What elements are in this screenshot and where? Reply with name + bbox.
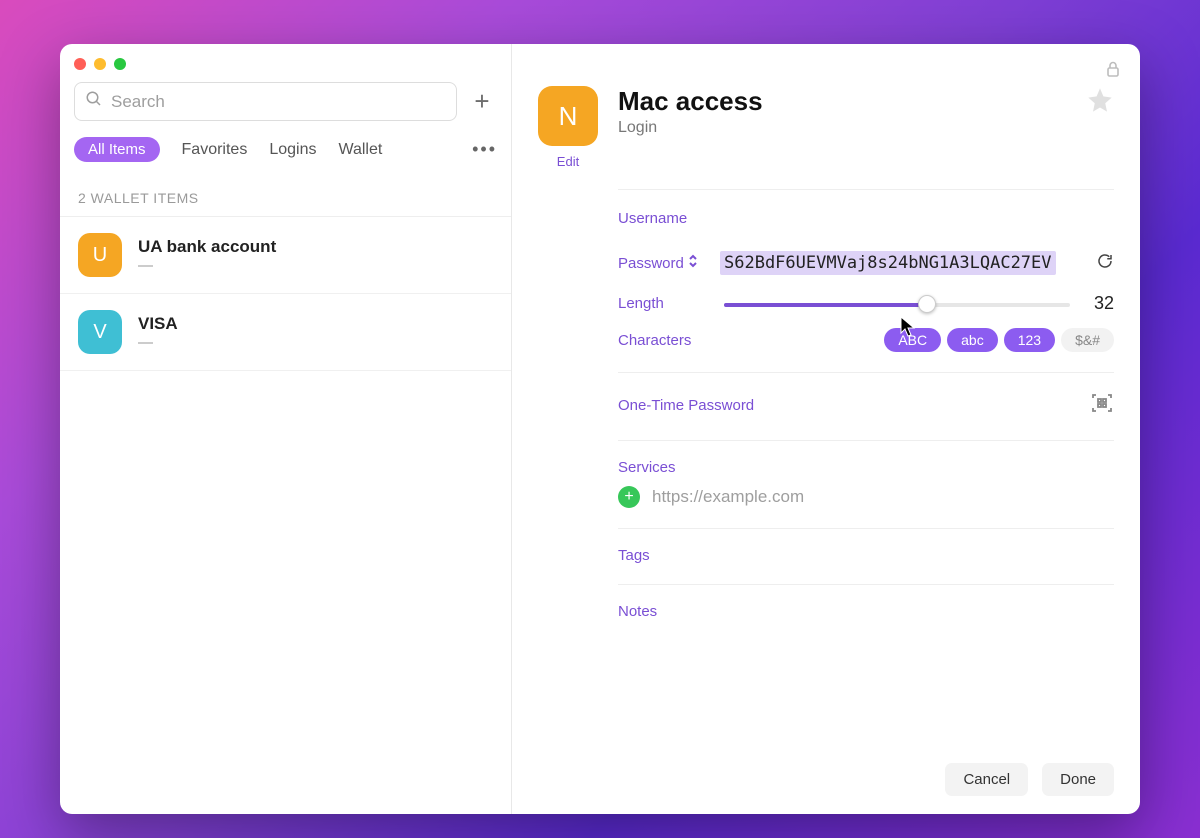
service-url-input[interactable]: https://example.com [652, 487, 804, 507]
characters-label: Characters [618, 332, 708, 349]
item-category: Login [618, 119, 763, 137]
search-input[interactable]: Search [74, 82, 457, 121]
item-icon[interactable]: N [538, 86, 598, 146]
tab-favorites[interactable]: Favorites [182, 141, 248, 159]
length-label: Length [618, 295, 708, 312]
add-service-button[interactable]: + [618, 486, 640, 508]
regenerate-button[interactable] [1096, 252, 1114, 275]
chip-digits[interactable]: 123 [1004, 328, 1055, 352]
detail-pane: N Edit Mac access Login Username Passwor… [512, 44, 1140, 814]
header-title: Mac access Login [618, 86, 763, 137]
edit-icon-button[interactable]: Edit [557, 154, 579, 169]
item-subtitle: — [138, 334, 178, 351]
done-button[interactable]: Done [1042, 763, 1114, 796]
lock-icon[interactable] [1106, 60, 1120, 83]
sidebar: Search + All Items Favorites Logins Wall… [60, 44, 512, 814]
cancel-button[interactable]: Cancel [945, 763, 1028, 796]
favorite-button[interactable] [1086, 86, 1114, 119]
item-badge: U [78, 233, 122, 277]
item-badge: V [78, 310, 122, 354]
notes-label[interactable]: Notes [618, 603, 1114, 620]
list-item[interactable]: U UA bank account — [60, 217, 511, 294]
header-badge-col: N Edit [538, 86, 598, 169]
category-tabs: All Items Favorites Logins Wallet ••• [60, 131, 511, 176]
tab-all-items[interactable]: All Items [74, 137, 160, 162]
length-slider[interactable] [724, 294, 1070, 314]
tab-logins[interactable]: Logins [269, 141, 316, 159]
tags-section: Tags [618, 528, 1114, 564]
item-text: VISA — [138, 314, 178, 351]
password-label[interactable]: Password [618, 254, 708, 272]
item-title: VISA [138, 314, 178, 334]
list-item[interactable]: V VISA — [60, 294, 511, 371]
search-icon [85, 90, 103, 113]
window-controls [60, 44, 511, 78]
top-row: Search + [60, 78, 511, 131]
tab-wallet[interactable]: Wallet [338, 141, 382, 159]
length-value: 32 [1086, 293, 1114, 314]
services-label: Services [618, 459, 1114, 476]
otp-row: One-Time Password [618, 372, 1114, 420]
search-placeholder: Search [111, 92, 165, 112]
services-section: Services + https://example.com [618, 440, 1114, 508]
characters-row: Characters ABC abc 123 $&# [618, 328, 1114, 352]
updown-icon [688, 254, 698, 272]
chip-uppercase[interactable]: ABC [884, 328, 941, 352]
notes-section: Notes [618, 584, 1114, 620]
chip-lowercase[interactable]: abc [947, 328, 998, 352]
qr-scan-button[interactable] [1090, 391, 1114, 420]
password-field: Password S62BdF6UEVMVaj8s24bNG1A3LQAC27E… [618, 251, 1114, 275]
app-window: Search + All Items Favorites Logins Wall… [60, 44, 1140, 814]
add-item-button[interactable]: + [467, 87, 497, 117]
fields: Username Password S62BdF6UEVMVaj8s24bNG1… [618, 190, 1114, 620]
character-chips: ABC abc 123 $&# [884, 328, 1114, 352]
close-window-button[interactable] [74, 58, 86, 70]
minimize-window-button[interactable] [94, 58, 106, 70]
item-text: UA bank account — [138, 237, 276, 274]
username-field[interactable]: Username [618, 210, 1114, 227]
add-service-row: + https://example.com [618, 486, 1114, 508]
length-row: Length 32 [618, 293, 1114, 314]
maximize-window-button[interactable] [114, 58, 126, 70]
item-subtitle: — [138, 257, 276, 274]
chip-symbols[interactable]: $&# [1061, 328, 1114, 352]
password-value[interactable]: S62BdF6UEVMVaj8s24bNG1A3LQAC27EV [720, 251, 1056, 275]
footer: Cancel Done [538, 749, 1114, 796]
section-header: 2 WALLET ITEMS [60, 176, 511, 217]
otp-label[interactable]: One-Time Password [618, 397, 754, 414]
tags-label[interactable]: Tags [618, 547, 1114, 564]
item-title[interactable]: Mac access [618, 86, 763, 117]
detail-header: N Edit Mac access Login [538, 86, 1114, 169]
item-title: UA bank account [138, 237, 276, 257]
slider-thumb[interactable] [918, 295, 936, 313]
more-tabs-button[interactable]: ••• [472, 139, 497, 160]
